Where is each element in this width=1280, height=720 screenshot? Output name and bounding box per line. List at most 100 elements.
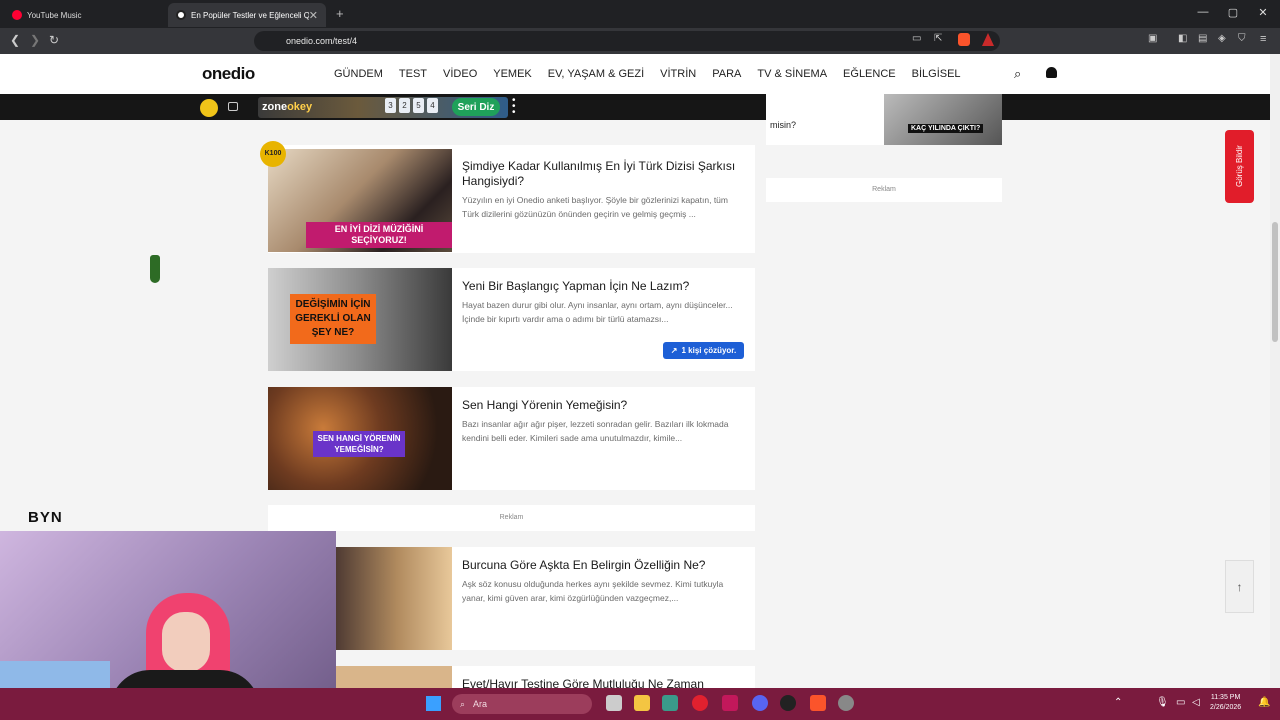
overlay-text: BYN [28, 509, 63, 526]
search-icon: ⌕ [460, 698, 466, 709]
forward-icon[interactable]: ❯ [30, 33, 40, 47]
obs-icon[interactable] [780, 695, 796, 711]
volume-icon[interactable]: ◁ [1192, 697, 1200, 708]
maximize-button[interactable]: ▢ [1226, 6, 1240, 19]
nav-video[interactable]: VİDEO [443, 68, 477, 80]
youtube-music-icon [12, 10, 22, 20]
sidebar-icon[interactable]: ◧ [1178, 33, 1187, 44]
new-tab-button[interactable]: + [336, 6, 344, 21]
settings-icon[interactable] [838, 695, 854, 711]
vpn-icon[interactable]: ◈ [1218, 33, 1226, 44]
reload-icon[interactable]: ↻ [49, 33, 59, 47]
zone-okey-logo: zoneokey [262, 101, 313, 113]
arrow-up-icon: ↑ [1236, 579, 1243, 594]
cast-icon[interactable]: ▭ [912, 33, 921, 44]
opera-icon[interactable] [692, 695, 708, 711]
article-title[interactable]: Şimdiye Kadar Kullanılmış En İyi Türk Di… [462, 159, 747, 189]
seri-diz-button[interactable]: Seri Diz [452, 98, 500, 116]
mic-icon[interactable]: 🎙 [1156, 697, 1169, 708]
tab-onedio[interactable]: En Popüler Testler ve Eğlenceli Q ✕ [168, 3, 326, 27]
discord-icon[interactable] [752, 695, 768, 711]
nav-ev-yasam-gezi[interactable]: EV, YAŞAM & GEZİ [548, 68, 644, 80]
wallet-icon[interactable]: ▤ [1198, 33, 1207, 44]
share-icon[interactable]: ⇱ [934, 33, 942, 44]
nav-gundem[interactable]: GÜNDEM [334, 68, 383, 80]
thumbnail-caption: SEN HANGİ YÖRENİN YEMEĞİSİN? [313, 431, 405, 457]
nav-para[interactable]: PARA [712, 68, 741, 80]
side-article-title[interactable]: misin? [770, 120, 796, 130]
solving-count-badge: ↗ 1 kişi çözüyor. [663, 342, 744, 359]
number-tile: 4 [427, 98, 438, 113]
onedio-favicon-icon [176, 10, 186, 20]
article-title[interactable]: Evet/Hayır Testine Göre Mutluluğu Ne Zam… [462, 677, 747, 688]
feedback-button[interactable]: Görüş Bildir [1225, 130, 1254, 203]
thumbnail-caption: DEĞİŞİMİN İÇİN GEREKLİ OLAN ŞEY NE? [290, 294, 376, 344]
site-logo[interactable]: onedio [202, 64, 255, 84]
game-chip-icon [200, 99, 218, 117]
address-bar[interactable]: onedio.com/test/4 [254, 31, 1000, 51]
main-nav: GÜNDEM TEST VİDEO YEMEK EV, YAŞAM & GEZİ… [334, 68, 961, 80]
shield-icon[interactable]: ⛉ [1238, 33, 1246, 44]
number-tile: 5 [413, 98, 424, 113]
scroll-to-top-button[interactable]: ↑ [1225, 560, 1254, 613]
brave-shield-icon[interactable] [958, 33, 970, 46]
extensions-icon[interactable]: ▣ [1148, 33, 1157, 44]
search-icon[interactable]: ⌕ [1014, 66, 1021, 82]
article-thumbnail[interactable]: EN İYİ DİZİ MÜZİĞİNİ SEÇİYORUZ! [268, 149, 452, 252]
tray-chevron-icon[interactable]: ⌃ [1114, 697, 1122, 708]
ad-placeholder: Reklam [268, 505, 755, 531]
file-explorer-icon[interactable] [634, 695, 650, 711]
bottle-cursor-icon [150, 255, 160, 283]
number-tile: 2 [399, 98, 410, 113]
brave-icon[interactable] [810, 695, 826, 711]
article-thumbnail[interactable]: SEN HANGİ YÖRENİN YEMEĞİSİN? [268, 387, 452, 490]
side-article-thumbnail[interactable]: KAÇ YILINDA ÇIKTI? [884, 94, 1002, 145]
nav-tv-sinema[interactable]: TV & SİNEMA [757, 68, 827, 80]
tab-title: En Popüler Testler ve Eğlenceli Q [191, 10, 309, 20]
article-title[interactable]: Burcuna Göre Aşkta En Belirgin Özelliğin… [462, 558, 747, 573]
nav-test[interactable]: TEST [399, 68, 427, 80]
thumbnail-caption: KAÇ YILINDA ÇIKTI? [908, 124, 984, 133]
page-scrollbar[interactable] [1270, 54, 1280, 688]
article-description: Bazı insanlar ağır ağır pişer, lezzeti s… [462, 419, 729, 443]
taskbar-search[interactable]: ⌕ Ara [452, 694, 592, 714]
minimize-button[interactable]: — [1196, 6, 1210, 18]
article-description: Yüzyılın en iyi Onedio anketi başlıyor. … [462, 195, 728, 219]
nav-yemek[interactable]: YEMEK [493, 68, 532, 80]
nav-bilgisel[interactable]: BİLGİSEL [912, 68, 961, 80]
app-icon[interactable] [722, 695, 738, 711]
tab-youtube-music[interactable]: YouTube Music [4, 3, 164, 27]
trending-icon: ↗ [670, 346, 678, 355]
article-description: Aşk söz konusu olduğunda herkes aynı şek… [462, 579, 724, 603]
tab-title: YouTube Music [27, 10, 82, 20]
task-view-icon[interactable] [606, 695, 622, 711]
back-icon[interactable]: ❮ [10, 33, 20, 47]
thumbnail-caption: EN İYİ DİZİ MÜZİĞİNİ SEÇİYORUZ! [306, 222, 452, 248]
tile-icon [228, 102, 238, 111]
user-icon[interactable] [1046, 67, 1057, 78]
k100-badge-icon: K100 [260, 141, 286, 167]
close-window-button[interactable]: ✕ [1256, 6, 1270, 19]
article-title[interactable]: Yeni Bir Başlangıç Yapman İçin Ne Lazım? [462, 279, 747, 294]
number-tile: 3 [385, 98, 396, 113]
webcam-person-face [162, 612, 210, 672]
notification-icon[interactable]: 🔔 [1258, 697, 1270, 708]
windows-start-icon[interactable] [426, 696, 441, 711]
article-description: Hayat bazen durur gibi olur. Aynı insanl… [462, 300, 733, 324]
taskbar-clock[interactable]: 11:35 PM 2/26/2026 [1210, 693, 1241, 713]
menu-icon[interactable]: ≡ [1260, 33, 1266, 45]
store-icon[interactable] [662, 695, 678, 711]
promo-bar [0, 94, 1270, 120]
nav-eglence[interactable]: EĞLENCE [843, 68, 896, 80]
clock-time: 11:35 PM [1210, 694, 1241, 701]
url-text: onedio.com/test/4 [286, 36, 358, 46]
article-thumbnail[interactable]: DEĞİŞİMİN İÇİN GEREKLİ OLAN ŞEY NE? [268, 268, 452, 371]
article-title[interactable]: Sen Hangi Yörenin Yemeğisin? [462, 398, 747, 413]
nav-vitrin[interactable]: VİTRİN [660, 68, 696, 80]
network-icon[interactable]: ▭ [1176, 697, 1185, 708]
side-ad-placeholder: Reklam [766, 178, 1002, 202]
close-tab-icon[interactable]: ✕ [309, 9, 318, 22]
more-options-icon[interactable]: • • • [512, 96, 516, 118]
clock-date: 2/26/2026 [1210, 704, 1242, 711]
scrollbar-thumb[interactable] [1272, 222, 1278, 342]
